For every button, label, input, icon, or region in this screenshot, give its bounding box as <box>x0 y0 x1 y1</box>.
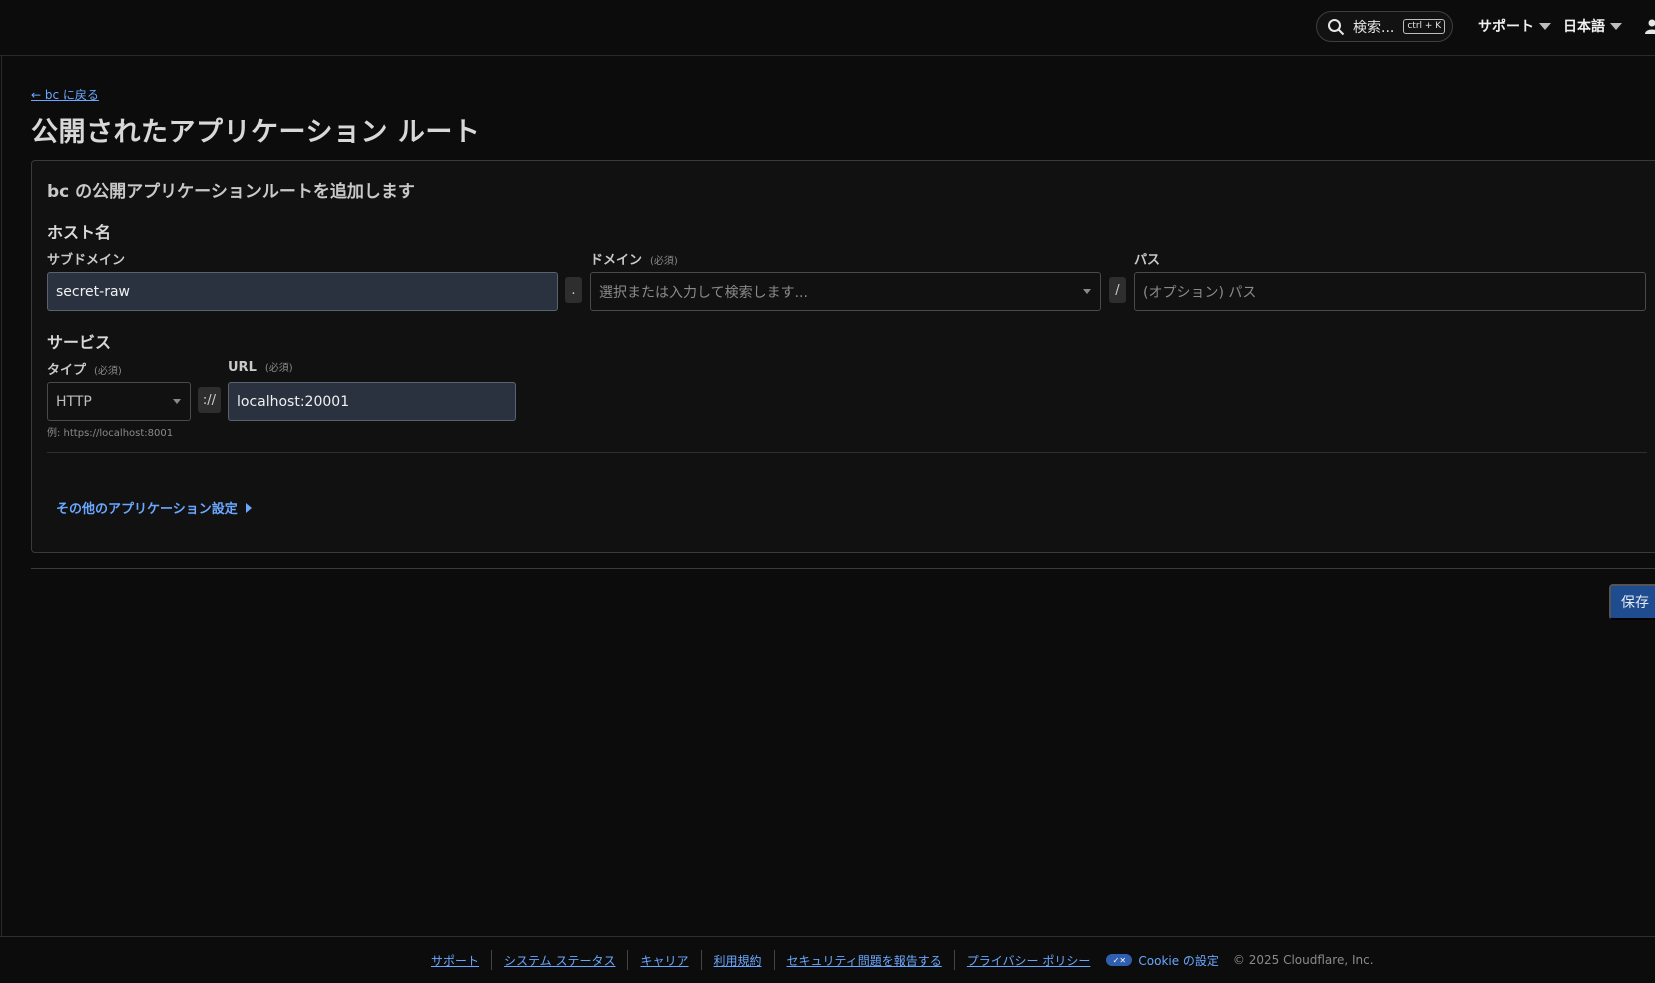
save-button[interactable]: 保存 <box>1609 584 1655 620</box>
footer-separator <box>700 950 702 970</box>
cookie-settings-link[interactable]: Cookie の設定 <box>1138 952 1219 969</box>
domain-required: (必須) <box>650 256 678 267</box>
language-menu[interactable]: 日本語 <box>1563 16 1622 36</box>
type-value: HTTP <box>56 393 92 410</box>
url-label-text: URL <box>228 360 257 375</box>
footer-divider <box>0 936 1655 937</box>
support-label: サポート <box>1478 19 1534 35</box>
more-settings-toggle[interactable]: その他のアプリケーション設定 <box>56 498 252 517</box>
support-menu[interactable]: サポート <box>1478 16 1551 36</box>
route-form-card: bc の公開アプリケーションルートを追加します ホスト名 サブドメイン secr… <box>31 160 1655 553</box>
footer-separator <box>773 950 775 970</box>
footer-link-privacy[interactable]: プライバシー ポリシー <box>967 952 1091 969</box>
actions-divider <box>31 568 1655 569</box>
domain-label-text: ドメイン <box>590 253 643 268</box>
url-required: (必須) <box>264 363 293 374</box>
top-bar: 検索... ctrl + K サポート 日本語 <box>0 0 1655 56</box>
card-title: bc の公開アプリケーションルートを追加します <box>47 182 415 202</box>
url-example: 例: https://localhost:8001 <box>47 428 174 439</box>
user-icon[interactable] <box>1644 18 1655 34</box>
type-select[interactable]: HTTP <box>47 382 191 421</box>
chevron-down-icon <box>1539 22 1551 30</box>
back-link[interactable]: ← bc に戻る <box>31 86 99 103</box>
search-icon <box>1328 18 1345 35</box>
url-value: localhost:20001 <box>237 393 350 410</box>
footer-link-security[interactable]: セキュリティ問題を報告する <box>787 952 942 969</box>
subdomain-value: secret-raw <box>56 283 130 300</box>
dot-separator: . <box>565 277 582 303</box>
copyright: © 2025 Cloudflare, Inc. <box>1232 953 1374 967</box>
footer-link-support[interactable]: サポート <box>431 952 479 969</box>
footer-link-careers[interactable]: キャリア <box>640 952 688 969</box>
search-button[interactable]: 検索... ctrl + K <box>1316 11 1453 42</box>
path-label: パス <box>1134 253 1161 268</box>
search-label: 検索... <box>1353 19 1395 36</box>
caret-right-icon <box>245 502 252 513</box>
footer-link-status[interactable]: システム ステータス <box>504 952 615 969</box>
domain-placeholder: 選択または入力して検索します... <box>599 284 808 301</box>
footer-separator <box>627 950 629 970</box>
left-divider <box>1 56 2 936</box>
path-placeholder: (オプション) パス <box>1143 284 1257 301</box>
cookie-toggle-icon[interactable]: ✓✕ <box>1106 954 1133 966</box>
subdomain-input[interactable]: secret-raw <box>47 272 558 311</box>
url-input[interactable]: localhost:20001 <box>228 382 516 421</box>
scheme-separator: :// <box>198 387 221 413</box>
slash-separator: / <box>1109 277 1126 303</box>
type-label: タイプ (必須) <box>47 359 122 378</box>
chevron-down-icon <box>1083 289 1091 294</box>
footer-link-terms[interactable]: 利用規約 <box>714 952 762 969</box>
footer-separator <box>953 950 955 970</box>
service-section-title: サービス <box>47 333 112 352</box>
chevron-down-icon <box>1610 22 1622 30</box>
language-label: 日本語 <box>1563 19 1605 35</box>
page-title: 公開されたアプリケーション ルート <box>31 117 481 148</box>
footer-separator <box>491 950 493 970</box>
footer: サポート システム ステータス キャリア 利用規約 セキュリティ問題を報告する … <box>431 950 1374 970</box>
chevron-down-icon <box>173 399 181 404</box>
search-shortcut: ctrl + K <box>1403 19 1446 34</box>
domain-label: ドメイン (必須) <box>590 249 678 268</box>
more-settings-label: その他のアプリケーション設定 <box>56 502 238 517</box>
path-input[interactable]: (オプション) パス <box>1134 272 1646 311</box>
hostname-section-title: ホスト名 <box>47 223 112 242</box>
url-label: URL (必須) <box>228 359 293 375</box>
card-divider <box>47 452 1647 453</box>
subdomain-label: サブドメイン <box>47 253 126 268</box>
type-label-text: タイプ <box>47 363 87 378</box>
type-required: (必須) <box>94 366 122 377</box>
domain-select[interactable]: 選択または入力して検索します... <box>590 272 1101 311</box>
